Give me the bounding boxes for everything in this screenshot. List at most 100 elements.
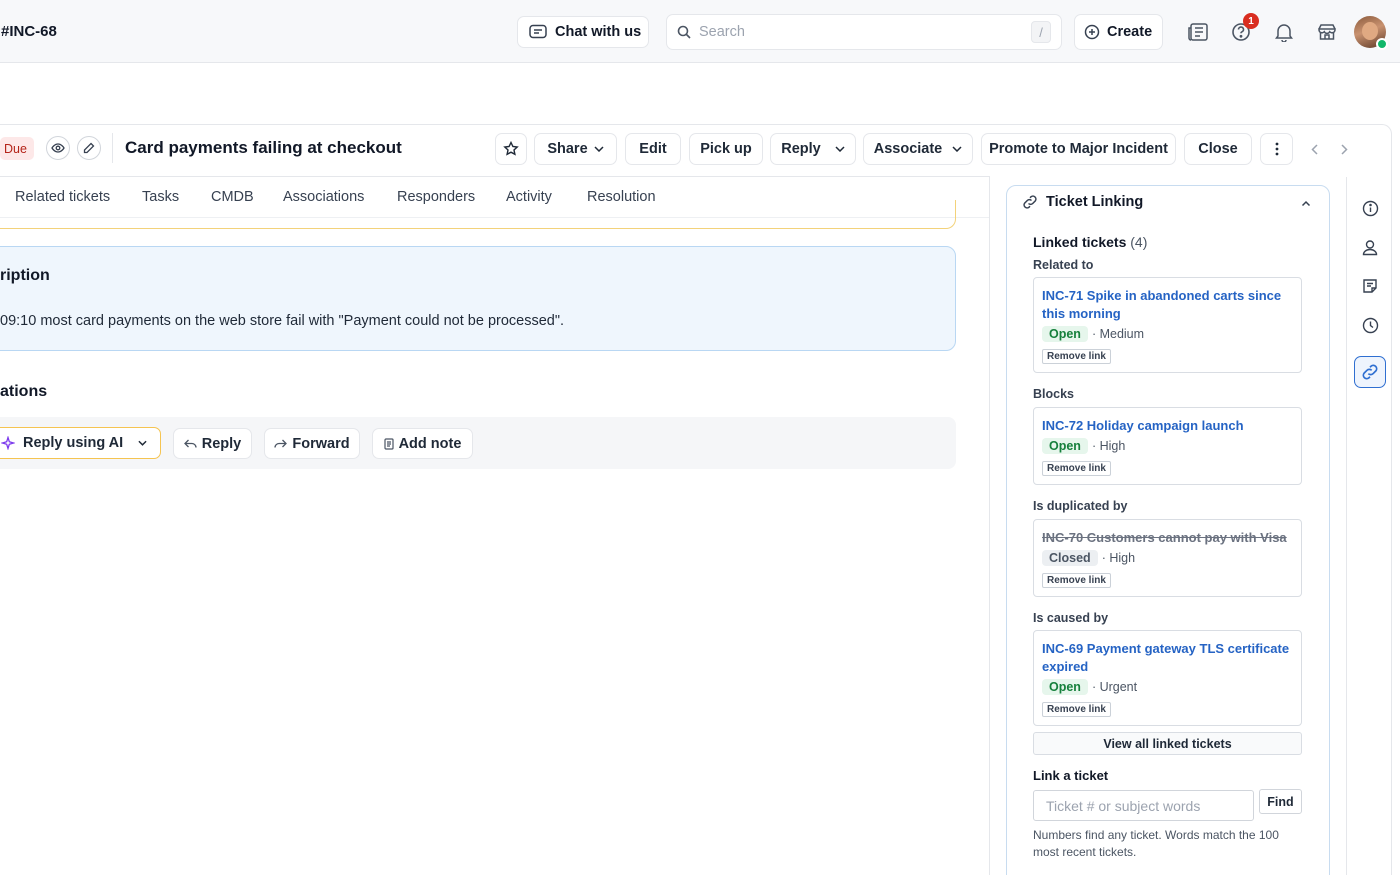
description-card <box>0 246 956 351</box>
linked-ticket-meta: Closed · High <box>1042 550 1135 566</box>
chevron-down-icon <box>594 146 604 152</box>
kebab-menu-icon <box>1275 142 1278 156</box>
reply-button[interactable]: Reply <box>173 428 252 459</box>
linked-ticket-meta: Open · High <box>1042 438 1125 454</box>
linked-ticket-meta: Open · Urgent <box>1042 679 1137 695</box>
reply-label: Reply <box>201 435 242 452</box>
star-icon <box>503 141 519 156</box>
linked-ticket-title[interactable]: INC-70 Customers cannot pay with Visa <box>1042 529 1297 547</box>
status-badge: Closed <box>1042 550 1098 566</box>
tabs-top-border <box>0 176 990 177</box>
ticket-linking-title: Ticket Linking <box>1046 194 1144 210</box>
pick-up-button[interactable]: Pick up <box>689 133 763 165</box>
header-separator <box>112 133 113 163</box>
sidebar-divider <box>989 177 990 875</box>
due-status-badge: Due <box>0 137 34 160</box>
forward-arrow-icon <box>274 439 288 448</box>
news-icon[interactable] <box>1186 20 1210 44</box>
contact-icon[interactable] <box>1360 237 1380 257</box>
edit-title-button[interactable] <box>77 136 101 160</box>
linked-ticket-card: INC-69 Payment gateway TLS certificate e… <box>1033 630 1302 726</box>
clock-icon[interactable] <box>1360 315 1380 335</box>
remove-link-button[interactable]: Remove link <box>1042 702 1111 717</box>
promote-major-incident-button[interactable]: Promote to Major Incident <box>981 133 1176 165</box>
edit-label: Edit <box>639 141 667 157</box>
associate-button[interactable]: Associate <box>863 133 973 165</box>
forward-label: Forward <box>292 435 350 452</box>
top-bar: #INC-68 Chat with us Search / Create 1 <box>0 0 1400 63</box>
status-badge: Open <box>1042 438 1088 454</box>
star-button[interactable] <box>495 133 527 165</box>
link-help-text: Numbers find any ticket. Words match the… <box>1033 828 1279 859</box>
notification-count-badge: 1 <box>1243 13 1259 29</box>
share-label: Share <box>547 141 588 157</box>
linked-ticket-title[interactable]: INC-69 Payment gateway TLS certificate e… <box>1042 640 1297 675</box>
forward-button[interactable]: Forward <box>264 428 360 459</box>
ticket-linking-header[interactable]: Ticket Linking <box>1022 194 1143 210</box>
more-actions-button[interactable] <box>1260 133 1293 165</box>
edit-button[interactable]: Edit <box>625 133 681 165</box>
plus-circle-icon <box>1084 24 1100 40</box>
linked-ticket-meta: Open · Medium <box>1042 326 1144 342</box>
add-note-button[interactable]: Add note <box>372 428 473 459</box>
chevron-left-icon <box>1310 143 1318 155</box>
watch-button[interactable] <box>46 136 70 160</box>
chat-with-us-button[interactable]: Chat with us <box>517 16 649 48</box>
link-group-label: Is caused by <box>1033 611 1109 625</box>
priority-text: · Medium <box>1091 327 1145 341</box>
status-badge: Open <box>1042 679 1088 695</box>
reply-split-button[interactable]: Reply <box>770 133 856 165</box>
share-button[interactable]: Share <box>534 133 617 165</box>
chevron-up-icon[interactable] <box>1299 197 1313 211</box>
create-label: Create <box>1107 24 1153 40</box>
reply-ai-label: Reply using AI <box>23 435 124 451</box>
remove-link-button[interactable]: Remove link <box>1042 349 1111 364</box>
remove-link-button[interactable]: Remove link <box>1042 461 1111 476</box>
chevron-right-icon <box>1340 143 1348 155</box>
promote-label: Promote to Major Incident <box>989 141 1168 157</box>
info-icon[interactable] <box>1360 198 1380 218</box>
ticket-linking-rail-button[interactable] <box>1354 356 1386 388</box>
notes-icon[interactable] <box>1360 276 1380 296</box>
chevron-down-icon <box>835 146 845 152</box>
search-shortcut-key: / <box>1031 21 1051 43</box>
linked-ticket-title[interactable]: INC-72 Holiday campaign launch <box>1042 417 1297 435</box>
status-badge: Open <box>1042 326 1088 342</box>
note-icon <box>383 437 394 450</box>
previous-ticket-button[interactable] <box>1305 140 1323 158</box>
link-ticket-input[interactable] <box>1033 790 1254 821</box>
link-icon <box>1362 364 1378 380</box>
view-all-linked-button[interactable]: View all linked tickets <box>1033 732 1302 755</box>
add-note-label: Add note <box>398 435 462 452</box>
marketplace-icon[interactable] <box>1315 20 1339 44</box>
eye-icon <box>51 143 65 153</box>
linked-ticket-title[interactable]: INC-71 Spike in abandoned carts since th… <box>1042 287 1297 322</box>
reply-using-ai-button[interactable]: Reply using AI <box>0 427 161 459</box>
chevron-down-icon <box>952 146 962 152</box>
associate-label: Associate <box>873 141 943 157</box>
search-placeholder: Search <box>699 24 745 40</box>
search-box[interactable]: Search / <box>666 14 1062 50</box>
link-group-label: Is duplicated by <box>1033 499 1128 513</box>
chat-label: Chat with us <box>555 24 642 40</box>
link-group-label: Blocks <box>1033 387 1074 401</box>
remove-link-button[interactable]: Remove link <box>1042 573 1111 588</box>
ticket-title: Card payments failing at checkout <box>125 138 402 157</box>
sparkle-icon <box>1 436 15 450</box>
close-label: Close <box>1198 141 1238 157</box>
link-group-label: Related to <box>1033 258 1094 272</box>
chevron-down-icon <box>138 440 147 446</box>
ticket-id-breadcrumb[interactable]: #INC-68 <box>1 23 57 40</box>
pick-up-label: Pick up <box>700 141 752 157</box>
close-ticket-button[interactable]: Close <box>1184 133 1252 165</box>
linked-ticket-card: INC-71 Spike in abandoned carts since th… <box>1033 277 1302 373</box>
priority-text: · High <box>1091 439 1126 453</box>
link-ticket-label: Link a ticket <box>1033 768 1109 783</box>
page-gap <box>0 63 1400 125</box>
linked-tickets-heading: Linked tickets (4) <box>1033 234 1147 250</box>
reply-label: Reply <box>781 141 821 157</box>
bell-icon[interactable] <box>1272 20 1296 44</box>
create-button[interactable]: Create <box>1074 14 1163 50</box>
next-ticket-button[interactable] <box>1335 140 1353 158</box>
find-button[interactable]: Find <box>1259 789 1302 814</box>
